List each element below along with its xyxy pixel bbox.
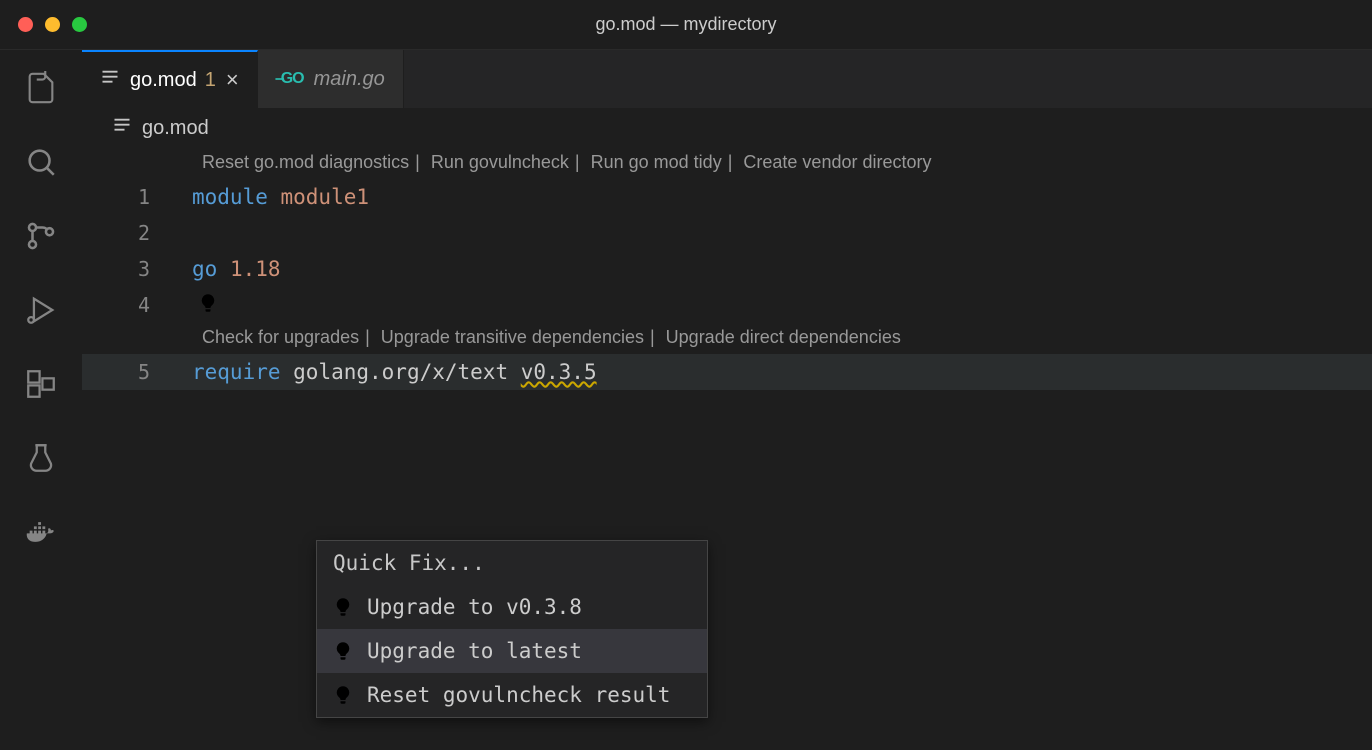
window-title: go.mod — mydirectory	[595, 14, 776, 35]
breadcrumb-label: go.mod	[142, 117, 209, 140]
explorer-icon[interactable]	[23, 70, 59, 106]
code-line[interactable]: 4	[82, 287, 1372, 323]
window-controls	[18, 17, 87, 32]
codelens-go-mod-tidy[interactable]: Run go mod tidy	[591, 152, 722, 172]
search-icon[interactable]	[23, 144, 59, 180]
quickfix-menu: Quick Fix... Upgrade to v0.3.8 Upgrade t…	[316, 540, 708, 718]
codelens-reset-diag[interactable]: Reset go.mod diagnostics	[202, 152, 409, 172]
codelens-row-2: Check for upgrades| Upgrade transitive d…	[82, 323, 1372, 354]
quickfix-upgrade-specific[interactable]: Upgrade to v0.3.8	[317, 585, 707, 629]
codelens-row-1: Reset go.mod diagnostics| Run govulnchec…	[82, 148, 1372, 179]
code-line[interactable]: 3 go 1.18	[82, 251, 1372, 287]
tab-label: go.mod	[130, 69, 197, 92]
tab-main-go[interactable]: GO main.go	[258, 50, 404, 108]
tab-label: main.go	[314, 68, 385, 91]
extensions-icon[interactable]	[23, 366, 59, 402]
code-line[interactable]: 1 module module1	[82, 179, 1372, 215]
codelens-upgrade-direct[interactable]: Upgrade direct dependencies	[666, 327, 901, 347]
close-tab-icon[interactable]: ×	[226, 67, 239, 93]
lightbulb-icon[interactable]	[198, 293, 218, 313]
code-editor[interactable]: Reset go.mod diagnostics| Run govulnchec…	[82, 148, 1372, 750]
codelens-vendor[interactable]: Create vendor directory	[743, 152, 931, 172]
codelens-check-upgrades[interactable]: Check for upgrades	[202, 327, 359, 347]
dirty-indicator: 1	[205, 69, 216, 92]
code-line[interactable]: 2	[82, 215, 1372, 251]
source-control-icon[interactable]	[23, 218, 59, 254]
go-file-icon: GO	[276, 70, 304, 88]
title-bar: go.mod — mydirectory	[0, 0, 1372, 50]
line-number: 4	[82, 293, 192, 317]
tab-go-mod[interactable]: go.mod 1 ×	[82, 50, 258, 108]
lightbulb-icon	[333, 685, 353, 705]
quickfix-upgrade-latest[interactable]: Upgrade to latest	[317, 629, 707, 673]
code-line[interactable]: 5 require golang.org/x/text v0.3.5	[82, 354, 1372, 390]
editor-tabs: go.mod 1 × GO main.go	[82, 50, 1372, 108]
run-debug-icon[interactable]	[23, 292, 59, 328]
file-icon	[112, 115, 132, 141]
line-number: 1	[82, 185, 192, 209]
maximize-window-button[interactable]	[72, 17, 87, 32]
codelens-run-govulncheck[interactable]: Run govulncheck	[431, 152, 569, 172]
quickfix-reset-govulncheck[interactable]: Reset govulncheck result	[317, 673, 707, 717]
lightbulb-icon	[333, 597, 353, 617]
lightbulb-icon	[333, 641, 353, 661]
close-window-button[interactable]	[18, 17, 33, 32]
minimize-window-button[interactable]	[45, 17, 60, 32]
line-number: 2	[82, 221, 192, 245]
testing-icon[interactable]	[23, 440, 59, 476]
activity-bar	[0, 50, 82, 750]
line-number: 5	[82, 360, 192, 384]
file-icon	[100, 67, 120, 93]
line-number: 3	[82, 257, 192, 281]
docker-icon[interactable]	[23, 514, 59, 550]
quickfix-header: Quick Fix...	[317, 541, 707, 585]
codelens-upgrade-transitive[interactable]: Upgrade transitive dependencies	[381, 327, 644, 347]
breadcrumb[interactable]: go.mod	[82, 108, 1372, 148]
diagnostic-warning: v0.3.5	[521, 360, 597, 384]
